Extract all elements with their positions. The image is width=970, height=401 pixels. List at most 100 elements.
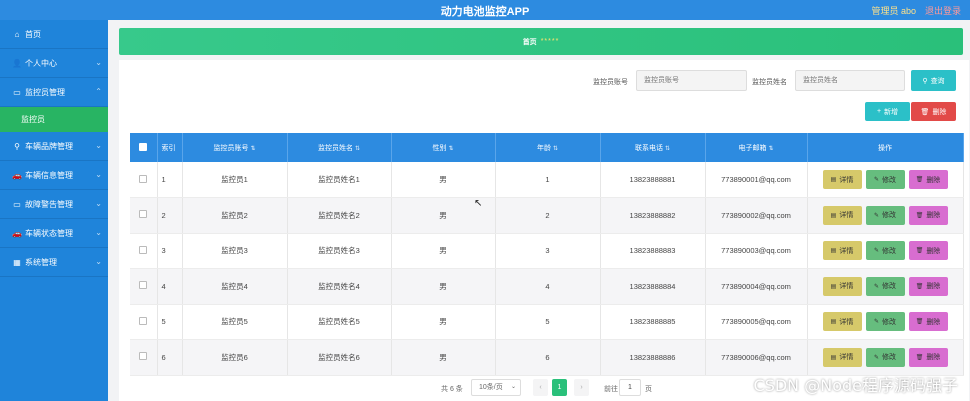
edit-icon: ✎ bbox=[873, 319, 880, 326]
cell-index: 1 bbox=[157, 162, 183, 198]
user-icon: 👤 bbox=[12, 58, 22, 68]
detail-button[interactable]: ▤ 详情 bbox=[822, 205, 862, 225]
header-name[interactable]: 监控员姓名 ⇅ bbox=[287, 133, 392, 162]
detail-icon: ▤ bbox=[830, 248, 837, 255]
edit-button[interactable]: ✎ 修改 bbox=[865, 312, 905, 332]
table-header-row: 索引 监控员账号 ⇅ 监控员姓名 ⇅ 性别 ⇅ 年龄 ⇅ 联系电话 ⇅ 电子邮箱 ⇅ 操作 bbox=[130, 133, 964, 162]
edit-button[interactable]: ✎ 修改 bbox=[865, 241, 905, 261]
page-size-select[interactable]: 10条/页 ⌄ bbox=[471, 379, 521, 396]
row-checkbox[interactable] bbox=[139, 174, 148, 183]
cell-email: 773890003@qq.com bbox=[705, 233, 808, 269]
edit-icon: ✎ bbox=[873, 177, 880, 183]
sidebar-subitem-monitor[interactable]: 监控员 bbox=[0, 107, 108, 132]
header-account[interactable]: 监控员账号 ⇅ bbox=[182, 133, 288, 162]
table-row: 1 监控员1 监控员姓名1 男 1 13823888881 773890001@qq.com… bbox=[130, 162, 964, 198]
sort-icon[interactable]: ⇅ bbox=[768, 146, 773, 152]
delete-button[interactable]: 🗑 删除 bbox=[908, 241, 948, 261]
row-select-cell[interactable] bbox=[130, 339, 158, 376]
car-icon: 🚗 bbox=[12, 170, 22, 180]
cell-age: 1 bbox=[495, 162, 601, 198]
sidebar-item-home[interactable]: ⌂ 首页 bbox=[0, 20, 108, 49]
row-checkbox[interactable] bbox=[139, 316, 148, 325]
trash-icon: 🗑 bbox=[920, 108, 930, 116]
edit-button[interactable]: ✎ 修改 bbox=[865, 170, 905, 189]
header-gender[interactable]: 性别 ⇅ bbox=[391, 133, 496, 162]
grid-icon: ▦ bbox=[13, 257, 21, 267]
header-age-label: 年龄 bbox=[536, 144, 551, 152]
header-age[interactable]: 年龄 ⇅ bbox=[495, 133, 601, 162]
cell-gender: 男 bbox=[391, 162, 496, 198]
add-button-label: 新增 bbox=[884, 108, 899, 116]
table-row: 6 监控员6 监控员姓名6 男 6 13823888886 773890006@qq.com… bbox=[130, 339, 964, 376]
cell-phone: 13823888886 bbox=[600, 339, 706, 376]
chevron-down-icon: ⌄ bbox=[95, 199, 102, 208]
detail-button[interactable]: ▤ 详情 bbox=[822, 276, 862, 296]
row-select-cell[interactable] bbox=[130, 268, 158, 305]
query-button[interactable]: ⚲ 查询 bbox=[911, 70, 956, 91]
delete-button[interactable]: 🗑 删除 bbox=[908, 205, 948, 225]
row-checkbox[interactable] bbox=[139, 281, 148, 290]
logout-link[interactable]: 退出登录 bbox=[925, 4, 961, 17]
next-page-button[interactable]: › bbox=[574, 379, 589, 396]
sidebar-item-system[interactable]: ▦ 系统管理 ⌄ bbox=[0, 248, 108, 277]
name-search-input[interactable] bbox=[795, 70, 905, 91]
trash-icon: 🗑 bbox=[915, 212, 924, 219]
chevron-down-icon: ⌄ bbox=[510, 384, 516, 390]
current-page[interactable]: 1 bbox=[552, 379, 567, 396]
prev-page-button[interactable]: ‹ bbox=[533, 379, 548, 396]
sidebar-item-vehicle-status[interactable]: 🚗 车辆状态管理 ⌄ bbox=[0, 219, 108, 248]
select-all-cell[interactable] bbox=[130, 133, 158, 162]
select-all-checkbox[interactable] bbox=[139, 142, 148, 151]
cell-gender: 男 bbox=[391, 233, 496, 269]
delete-button-label: 删除 bbox=[926, 354, 941, 362]
cell-index: 4 bbox=[157, 268, 183, 305]
add-button[interactable]: + 新增 bbox=[865, 102, 910, 121]
sidebar-item-monitor-admin[interactable]: ▭ 监控员管理 ⌃ bbox=[0, 78, 108, 107]
row-checkbox[interactable] bbox=[139, 352, 148, 361]
batch-delete-button[interactable]: 🗑 删除 bbox=[911, 102, 956, 121]
edit-button[interactable]: ✎ 修改 bbox=[865, 205, 905, 225]
account-search-input[interactable] bbox=[636, 70, 747, 91]
sort-icon[interactable]: ⇅ bbox=[355, 146, 360, 152]
detail-button[interactable]: ▤ 详情 bbox=[822, 312, 862, 332]
folder-icon: ▭ bbox=[13, 87, 21, 97]
goto-label: 前往 bbox=[604, 386, 618, 393]
sort-icon[interactable]: ⇅ bbox=[665, 146, 670, 152]
account-search-label: 监控员账号 bbox=[593, 79, 628, 86]
row-checkbox[interactable] bbox=[139, 245, 148, 254]
row-select-cell[interactable] bbox=[130, 304, 158, 340]
sidebar-item-label: 车辆信息管理 bbox=[25, 170, 73, 180]
sidebar-item-fault-warning[interactable]: ▭ 故障警告管理 ⌄ bbox=[0, 190, 108, 219]
breadcrumb-separator: ***** bbox=[540, 38, 560, 45]
delete-button[interactable]: 🗑 删除 bbox=[908, 312, 948, 332]
row-select-cell[interactable] bbox=[130, 197, 158, 234]
sort-icon[interactable]: ⇅ bbox=[448, 146, 453, 152]
header-phone[interactable]: 联系电话 ⇅ bbox=[600, 133, 706, 162]
cell-name: 监控员姓名6 bbox=[287, 339, 392, 376]
sidebar-item-profile[interactable]: 👤 个人中心 ⌄ bbox=[0, 49, 108, 78]
breadcrumb-home[interactable]: 首页 bbox=[523, 37, 537, 47]
delete-button[interactable]: 🗑 删除 bbox=[908, 276, 948, 296]
delete-button-label: 删除 bbox=[926, 176, 941, 184]
table-row: 4 监控员4 监控员姓名4 男 4 13823888884 773890004@qq.com… bbox=[130, 268, 964, 305]
sort-icon[interactable]: ⇅ bbox=[553, 146, 558, 152]
header-email[interactable]: 电子邮箱 ⇅ bbox=[705, 133, 808, 162]
detail-button[interactable]: ▤ 详情 bbox=[822, 170, 862, 189]
sort-icon[interactable]: ⇅ bbox=[250, 146, 255, 152]
edit-button[interactable]: ✎ 修改 bbox=[865, 276, 905, 296]
row-checkbox[interactable] bbox=[139, 210, 148, 219]
row-select-cell[interactable] bbox=[130, 162, 158, 198]
header-email-label: 电子邮箱 bbox=[738, 144, 767, 152]
detail-button[interactable]: ▤ 详情 bbox=[822, 241, 862, 261]
cell-gender: 男 bbox=[391, 304, 496, 340]
cell-phone: 13823888884 bbox=[600, 268, 706, 305]
sidebar-item-vehicle-info[interactable]: 🚗 车辆信息管理 ⌄ bbox=[0, 161, 108, 190]
detail-button[interactable]: ▤ 详情 bbox=[822, 347, 862, 367]
delete-button[interactable]: 🗑 删除 bbox=[908, 170, 948, 189]
delete-button[interactable]: 🗑 删除 bbox=[908, 347, 948, 367]
page-size-value: 10条/页 bbox=[479, 384, 503, 391]
sidebar-item-brand[interactable]: ⚲ 车辆品牌管理 ⌄ bbox=[0, 132, 108, 161]
edit-button[interactable]: ✎ 修改 bbox=[865, 347, 905, 367]
row-select-cell[interactable] bbox=[130, 233, 158, 269]
goto-page-input[interactable]: 1 bbox=[619, 379, 641, 396]
